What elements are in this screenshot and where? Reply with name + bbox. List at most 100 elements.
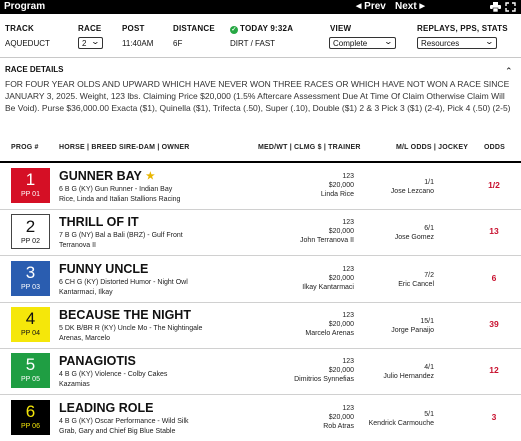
track-value: AQUEDUCT [5,39,50,48]
entry-row[interactable]: 3 PP 03 FUNNY UNCLE 6 CH G (KY) Distorted H… [0,257,521,303]
saddle-cloth: 1 PP 01 [11,168,50,203]
replays-label: REPLAYS, PPS, STATS [417,24,508,33]
claim-price: $20,000 [328,275,354,282]
med-weight-claim: 123 $20,000 Marcelo Arenas [274,311,354,338]
horse-name[interactable]: GUNNER BAY ★ [59,169,155,183]
breed-sire-dam: 4 B G (KY) Violence - Colby Cakes [59,371,168,378]
horse-name[interactable]: BECAUSE THE NIGHT [59,308,191,322]
col-prog: PROG # [11,144,39,151]
chevron-down-icon: ⌄ [484,37,495,46]
owner: Kantarmaci, Ilkay [59,289,113,296]
entry-row[interactable]: 6 PP 06 LEADING ROLE 4 B G (KY) Oscar Perfo… [0,396,521,441]
divider [0,57,521,58]
owner: Rice, Linda and Italian Stallions Racing [59,196,181,203]
saddle-cloth: 2 PP 02 [11,214,50,249]
morning-line-odds: 6/1 [424,225,434,232]
chevron-up-icon[interactable]: ⌃ [505,66,513,77]
horse-name[interactable]: PANAGIOTIS [59,354,136,368]
weight: 123 [342,312,354,319]
claim-price: $20,000 [328,182,354,189]
post-position: PP 02 [21,238,40,245]
today-status: ✓ TODAY 9:32A [230,24,293,34]
saddle-cloth: 5 PP 05 [11,353,50,388]
check-circle-icon: ✓ [230,26,238,34]
saddle-cloth: 3 PP 03 [11,261,50,296]
ml-jockey: 6/1 Jose Gomez [364,224,434,242]
trainer: Marcelo Arenas [305,330,354,337]
entry-row[interactable]: 4 PP 04 BECAUSE THE NIGHT 5 DK B/BR R (KY) … [0,303,521,349]
race-select-value: 2 [82,39,87,48]
col-odds: ODDS [484,144,506,151]
view-label: VIEW [330,24,352,33]
horse-name[interactable]: FUNNY UNCLE [59,262,148,276]
post-position: PP 05 [21,376,40,383]
program-title: Program [4,1,46,12]
ml-jockey: 7/2 Eric Cancel [364,271,434,289]
live-odds: 1/2 [488,180,500,190]
weight: 123 [342,405,354,412]
fullscreen-icon[interactable] [505,2,516,12]
entry-row[interactable]: 1 PP 01 GUNNER BAY ★ 6 B G (KY) Gun Runner -… [0,164,521,210]
prev-button[interactable]: ◀ Prev [356,1,386,12]
trainer: Ilkay Kantarmaci [302,284,354,291]
header-divider [0,161,521,163]
trainer: Rob Atras [323,423,354,430]
horse-name-text: PANAGIOTIS [59,354,136,368]
row-divider [0,255,521,256]
live-odds: 13 [489,226,499,236]
top-bar: Program ◀ Prev Next ▶ [0,0,521,14]
med-weight-claim: 123 $20,000 Linda Rice [274,172,354,199]
morning-line-odds: 1/1 [424,179,434,186]
breed-sire-dam: 5 DK B/BR R (KY) Uncle Mo - The Nighting… [59,325,203,332]
horse-name[interactable]: THRILL OF IT [59,215,139,229]
breed-sire-dam: 7 B G (NY) Bal a Bali (BRZ) - Gulf Front [59,232,183,239]
horse-name-text: FUNNY UNCLE [59,262,149,276]
claim-price: $20,000 [328,228,354,235]
prev-label: Prev [364,1,386,12]
morning-line-odds: 7/2 [424,272,434,279]
next-label: Next [395,1,417,12]
horse-name-text: BECAUSE THE NIGHT [59,308,191,322]
post-position: PP 01 [21,191,40,198]
program-number: 4 [25,309,36,328]
race-details-title: RACE DETAILS [5,65,64,74]
program-number: 2 [25,217,36,236]
saddle-cloth: 4 PP 04 [11,307,50,342]
next-button[interactable]: Next ▶ [395,1,425,12]
med-weight-claim: 123 $20,000 Ilkay Kantarmaci [274,265,354,292]
print-icon[interactable] [490,2,501,12]
program-number: 3 [25,263,36,282]
race-details-text: FOR FOUR YEAR OLDS AND UPWARD WHICH HAVE… [5,79,511,114]
star-icon[interactable]: ★ [146,171,155,182]
post-position: PP 03 [21,284,40,291]
post-label: POST [122,24,145,33]
breed-sire-dam: 6 CH G (KY) Distorted Humor - Night Owl [59,279,188,286]
med-weight-claim: 123 $20,000 Rob Atras [274,404,354,431]
horse-name[interactable]: LEADING ROLE [59,401,153,415]
jockey: Kendrick Carmouche [368,420,434,427]
breed-sire-dam: 4 B G (KY) Oscar Performance - Wild Silk [59,418,189,425]
row-divider [0,394,521,395]
morning-line-odds: 15/1 [420,318,434,325]
ml-jockey: 1/1 Jose Lezcano [364,178,434,196]
jockey: Jorge Panaijo [391,327,434,334]
chevron-down-icon: ⌄ [383,37,394,46]
race-select[interactable]: 2 ⌄ [78,37,103,49]
resources-select[interactable]: Resources ⌄ [417,37,497,49]
horse-name-text: LEADING ROLE [59,401,154,415]
jockey: Eric Cancel [398,281,434,288]
horse-name-text: THRILL OF IT [59,215,139,229]
entry-row[interactable]: 2 PP 02 THRILL OF IT 7 B G (NY) Bal a Bali … [0,210,521,256]
view-select[interactable]: Complete ⌄ [329,37,396,49]
entry-row[interactable]: 5 PP 05 PANAGIOTIS 4 B G (KY) Violence - Co… [0,349,521,395]
program-number: 6 [25,402,36,421]
morning-line-odds: 5/1 [424,411,434,418]
chevron-left-icon: ◀ [356,3,362,10]
live-odds: 12 [489,365,499,375]
jockey: Julio Hernandez [383,373,434,380]
claim-price: $20,000 [328,321,354,328]
resources-select-value: Resources [421,39,460,48]
surface-value: DIRT / FAST [230,39,276,48]
trainer: John Terranova II [300,237,354,244]
claim-price: $20,000 [328,414,354,421]
